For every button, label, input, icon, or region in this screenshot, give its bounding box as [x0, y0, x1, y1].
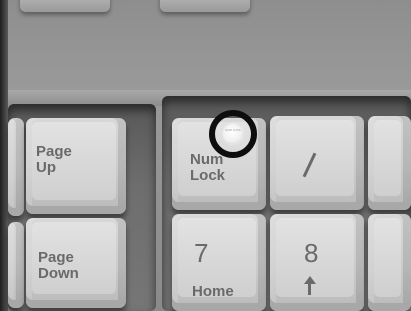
up-arrow-shaft	[308, 283, 311, 295]
key-face	[374, 120, 401, 196]
highlight-circle	[209, 110, 257, 158]
key-face	[276, 120, 354, 196]
top-row-key	[20, 0, 110, 12]
seven-home-key[interactable]: 7 Home	[172, 214, 266, 311]
asterisk-key-partial[interactable]	[368, 116, 411, 210]
page-up-key[interactable]: Page Up	[26, 118, 126, 214]
keyboard-edge-shadow	[0, 0, 8, 311]
num-lock-label: Num Lock	[190, 151, 226, 184]
partial-key-left[interactable]	[8, 118, 24, 216]
page-down-label: Page Down	[38, 249, 79, 282]
partial-key-left[interactable]	[8, 222, 24, 308]
slash-key[interactable]: /	[270, 116, 364, 210]
top-row-key	[160, 0, 250, 12]
eight-up-key[interactable]: 8	[270, 214, 364, 311]
keyboard-photo: Page Up Page Down Num Lock / 7 Home 8 NU…	[0, 0, 411, 311]
key-face	[374, 218, 401, 297]
home-label: Home	[192, 283, 234, 300]
nine-key-partial[interactable]	[368, 214, 411, 311]
page-up-label: Page Up	[36, 143, 72, 176]
eight-label: 8	[304, 238, 319, 268]
page-down-key[interactable]: Page Down	[26, 218, 126, 308]
seven-label: 7	[194, 238, 209, 268]
